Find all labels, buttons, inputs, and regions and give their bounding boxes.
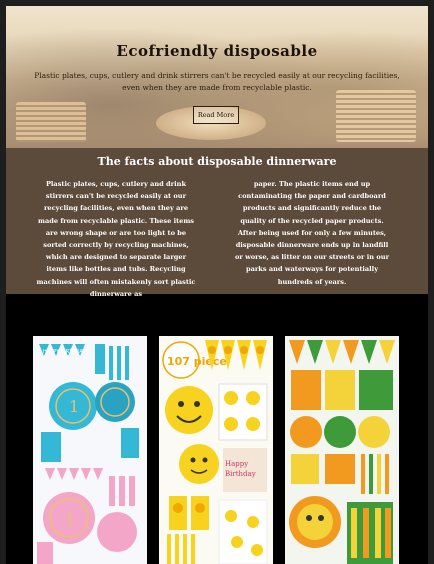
piece-count-badge: 107 piece — [167, 355, 227, 368]
svg-text:Birthday: Birthday — [225, 470, 256, 478]
product-card-birthday-set[interactable]: HAPPY BIRTHDAY 1 1 — [33, 336, 147, 564]
hero-banner: Ecofriendly disposable Plastic plates, c… — [6, 6, 428, 148]
svg-text:1: 1 — [65, 510, 75, 529]
facts-text-left: Plastic plates, cups, cutlery and drink … — [36, 180, 196, 298]
hero-description: Plastic plates, cups, cutlery and drink … — [34, 71, 400, 92]
svg-text:Happy: Happy — [225, 460, 248, 468]
page-frame: Ecofriendly disposable Plastic plates, c… — [6, 6, 428, 564]
product-image: 107 piece Happy Birthday — [159, 336, 273, 564]
read-more-button[interactable]: Read More — [193, 106, 239, 124]
banner-text: HAPPY BIRTHDAY — [43, 349, 86, 355]
facts-text-right: paper. The plastic items end up contamin… — [234, 180, 390, 286]
product-image — [285, 336, 399, 564]
product-card-emoji-set[interactable]: 107 piece Happy Birthday — [159, 336, 273, 564]
product-image: HAPPY BIRTHDAY 1 1 — [33, 336, 147, 564]
facts-title: The facts about disposable dinnerware — [97, 155, 337, 168]
svg-text:1: 1 — [69, 397, 79, 416]
hero-title: Ecofriendly disposable — [116, 42, 318, 60]
product-card-jungle-set[interactable] — [285, 336, 399, 564]
facts-section: The facts about disposable dinnerware Pl… — [6, 148, 428, 298]
product-grid: HAPPY BIRTHDAY 1 1 107 piece Happy Birth… — [6, 294, 428, 564]
